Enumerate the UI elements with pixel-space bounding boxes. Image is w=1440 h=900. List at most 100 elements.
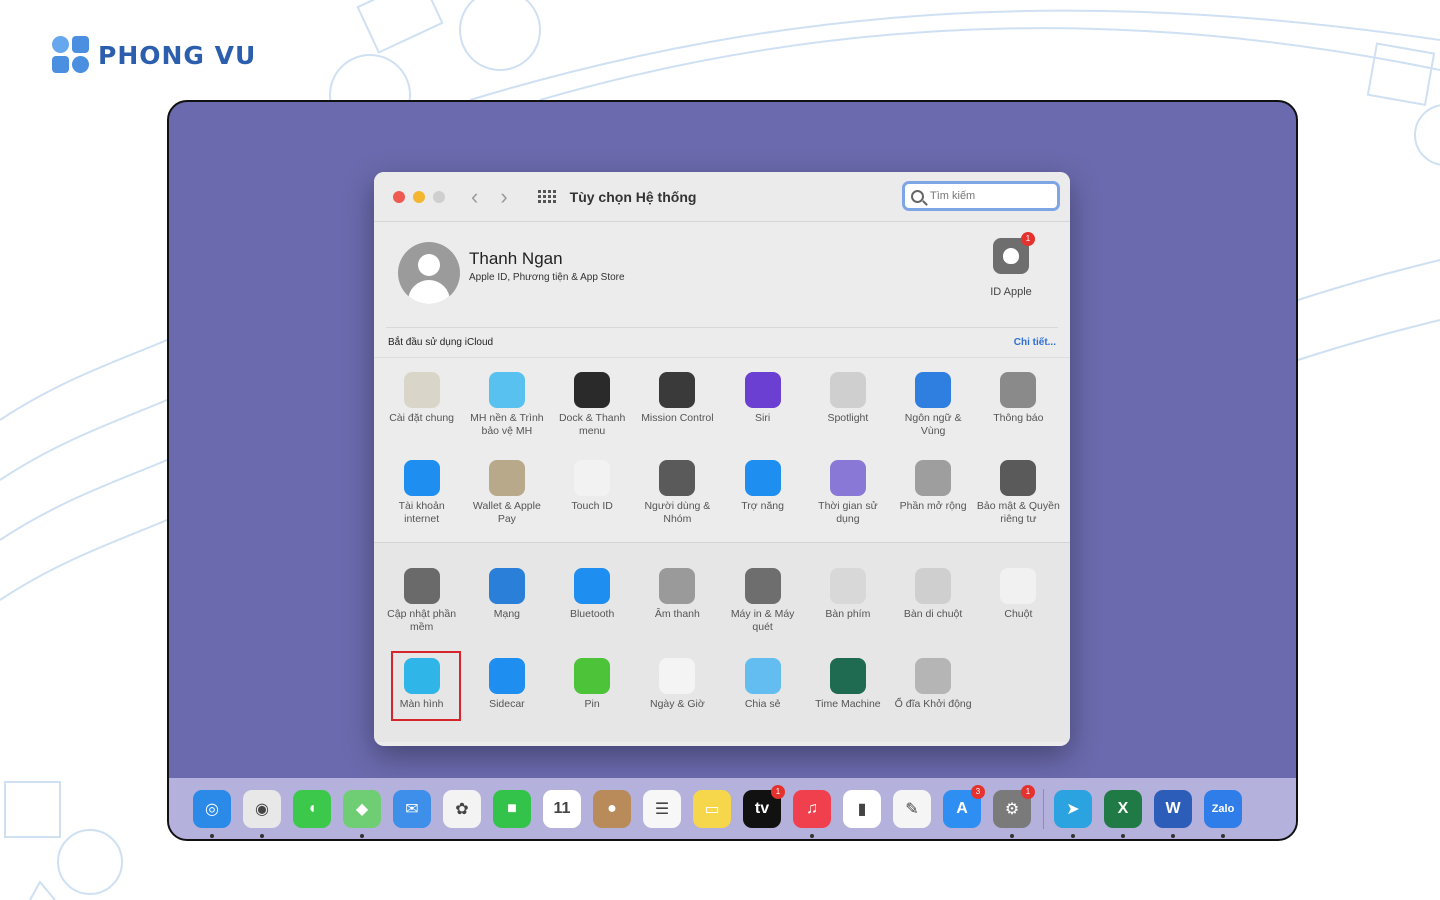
pane-notifications[interactable]: Thông báo (976, 367, 1061, 454)
pane-dock-menu[interactable]: Dock & Thanh menu (550, 367, 635, 454)
pane-sidecar[interactable]: Sidecar (464, 653, 549, 740)
apple-id-pane[interactable]: 1 ID Apple (976, 232, 1046, 298)
highlight-box (391, 650, 461, 721)
dock-music[interactable]: ♫ (793, 790, 831, 838)
pane-printers-scanners[interactable]: Máy in & Máy quét (720, 563, 805, 650)
printer-icon (744, 568, 781, 604)
desktop-icon (488, 372, 525, 408)
dock-safari[interactable]: ◎ (193, 790, 231, 838)
running-indicator (1171, 834, 1175, 838)
pane-label: Tài khoản internet (398, 499, 445, 525)
dock: ◎ ◉ ◖ ◆ ✉ ✿ ■ 11 ● ☰ ▭ tv 1 ♫ ▮ ✎ A 3 ⚙ 1 ➤ X W Zalo (169, 778, 1296, 839)
brand-logo: PHONG VU (52, 36, 256, 74)
dock-calendar[interactable]: 11 (543, 790, 581, 828)
pane-general[interactable]: Cài đặt chung (379, 367, 464, 454)
reminders-icon: ☰ (654, 801, 670, 818)
pane-mouse[interactable]: Chuột (976, 563, 1061, 650)
pane-mission-control[interactable]: Mission Control (635, 367, 720, 454)
pane-startup-disk[interactable]: Ổ đĩa Khởi động (891, 653, 976, 740)
forward-arrow-icon[interactable]: › (500, 185, 507, 208)
spotlight-icon (829, 372, 866, 408)
dock-system-preferences[interactable]: ⚙ 1 (993, 785, 1035, 838)
pane-siri[interactable]: Siri (720, 367, 805, 454)
pane-bluetooth[interactable]: Bluetooth (550, 563, 635, 650)
pane-keyboard[interactable]: Bàn phím (805, 563, 890, 650)
pane-battery[interactable]: Pin (550, 653, 635, 740)
dock-zalo[interactable]: Zalo (1204, 790, 1242, 838)
pane-label: Chia sẻ (744, 697, 781, 710)
notes-icon: ▭ (704, 801, 720, 818)
pane-internet-accounts[interactable]: Tài khoản internet (379, 455, 464, 542)
dock-notes[interactable]: ▭ (693, 790, 731, 828)
running-indicator (360, 834, 364, 838)
pane-software-update[interactable]: Cập nhật phần mềm (379, 563, 464, 650)
photos-icon: ✿ (455, 801, 469, 818)
pane-touch-id[interactable]: Touch ID (550, 455, 635, 542)
disk-icon (915, 657, 952, 694)
dock-photos[interactable]: ✿ (443, 790, 481, 828)
zoom-button[interactable] (433, 190, 445, 203)
dock-pages[interactable]: ✎ (893, 790, 931, 828)
close-button[interactable] (393, 190, 405, 203)
minimize-button[interactable] (413, 190, 425, 203)
dock-chrome[interactable]: ◉ (243, 790, 281, 838)
time-machine-icon (829, 657, 866, 694)
pane-network[interactable]: Mạng (464, 563, 549, 650)
pane-date-time[interactable]: Ngày & Giờ (635, 653, 720, 740)
apple-logo-icon: 1 (993, 232, 1035, 274)
pane-sharing[interactable]: Chia sẻ (720, 653, 805, 740)
pane-screen-time[interactable]: Thời gian sử dụng (805, 455, 890, 542)
apple-id-profile: Thanh Ngan Apple ID, Phương tiện & App S… (386, 222, 1058, 328)
at-icon (403, 459, 440, 496)
running-indicator (210, 834, 214, 838)
pane-security-privacy[interactable]: Bảo mật & Quyền riêng tư (976, 455, 1061, 542)
search-field[interactable] (902, 181, 1060, 211)
dock-mail[interactable]: ✉ (393, 790, 431, 828)
running-indicator (1121, 834, 1125, 838)
notification-badge: 1 (1021, 785, 1035, 799)
pane-users-groups[interactable]: Người dùng & Nhóm (635, 455, 720, 542)
dock-word[interactable]: W (1154, 790, 1192, 838)
running-indicator (1010, 834, 1014, 838)
dock-reminders[interactable]: ☰ (643, 790, 681, 828)
dock-maps[interactable]: ◆ (343, 790, 381, 838)
dock-contacts[interactable]: ● (593, 790, 631, 828)
wallet-icon (488, 459, 525, 496)
pane-desktop-screensaver[interactable]: MH nền & Trình bảo vệ MH (464, 367, 549, 454)
dock-excel[interactable]: X (1104, 790, 1142, 838)
show-all-grid-icon[interactable] (537, 189, 556, 204)
back-arrow-icon[interactable]: ‹ (471, 185, 478, 208)
dock-numbers[interactable]: ▮ (843, 790, 881, 828)
numbers-icon: ▮ (857, 801, 867, 818)
pane-spotlight[interactable]: Spotlight (805, 367, 890, 454)
dock-app-store[interactable]: A3 (943, 785, 985, 828)
flag-icon (915, 372, 952, 408)
dock-telegram[interactable]: ➤ (1054, 790, 1092, 838)
avatar[interactable] (398, 242, 460, 304)
pane-label: Time Machine (815, 697, 881, 710)
pane-label: Cập nhật phần mềm (387, 608, 457, 633)
pane-language-region[interactable]: Ngôn ngữ & Vùng (891, 367, 976, 454)
preference-panes-hardware: Cập nhật phần mềm Mạng Bluetooth Âm thanh Má… (374, 542, 1070, 742)
pane-displays[interactable]: Màn hình (379, 650, 464, 740)
pane-trackpad[interactable]: Bàn di chuột (891, 563, 976, 650)
dock-facetime[interactable]: ■ (493, 790, 531, 828)
pane-wallet-applepay[interactable]: Wallet & Apple Pay (464, 455, 549, 542)
icloud-details-link[interactable]: Chi tiết... (1014, 337, 1056, 348)
notification-badge: 1 (771, 785, 785, 799)
pane-sound[interactable]: Âm thanh (635, 563, 720, 650)
pane-extensions[interactable]: Phần mở rộng (891, 455, 976, 542)
running-indicator (1221, 834, 1225, 838)
running-indicator (810, 834, 814, 838)
dock-apple-tv[interactable]: tv 1 (743, 785, 785, 828)
pane-label: Pin (584, 697, 600, 710)
gear-icon (403, 568, 440, 604)
search-input[interactable] (930, 190, 1040, 202)
general-icon (403, 372, 440, 408)
pane-time-machine[interactable]: Time Machine (805, 653, 890, 740)
dock-separator (1043, 789, 1044, 829)
sidecar-icon (488, 657, 525, 694)
dock-messages[interactable]: ◖ (293, 790, 331, 828)
keyboard-icon (829, 568, 866, 604)
pane-accessibility[interactable]: Trợ năng (720, 455, 805, 542)
